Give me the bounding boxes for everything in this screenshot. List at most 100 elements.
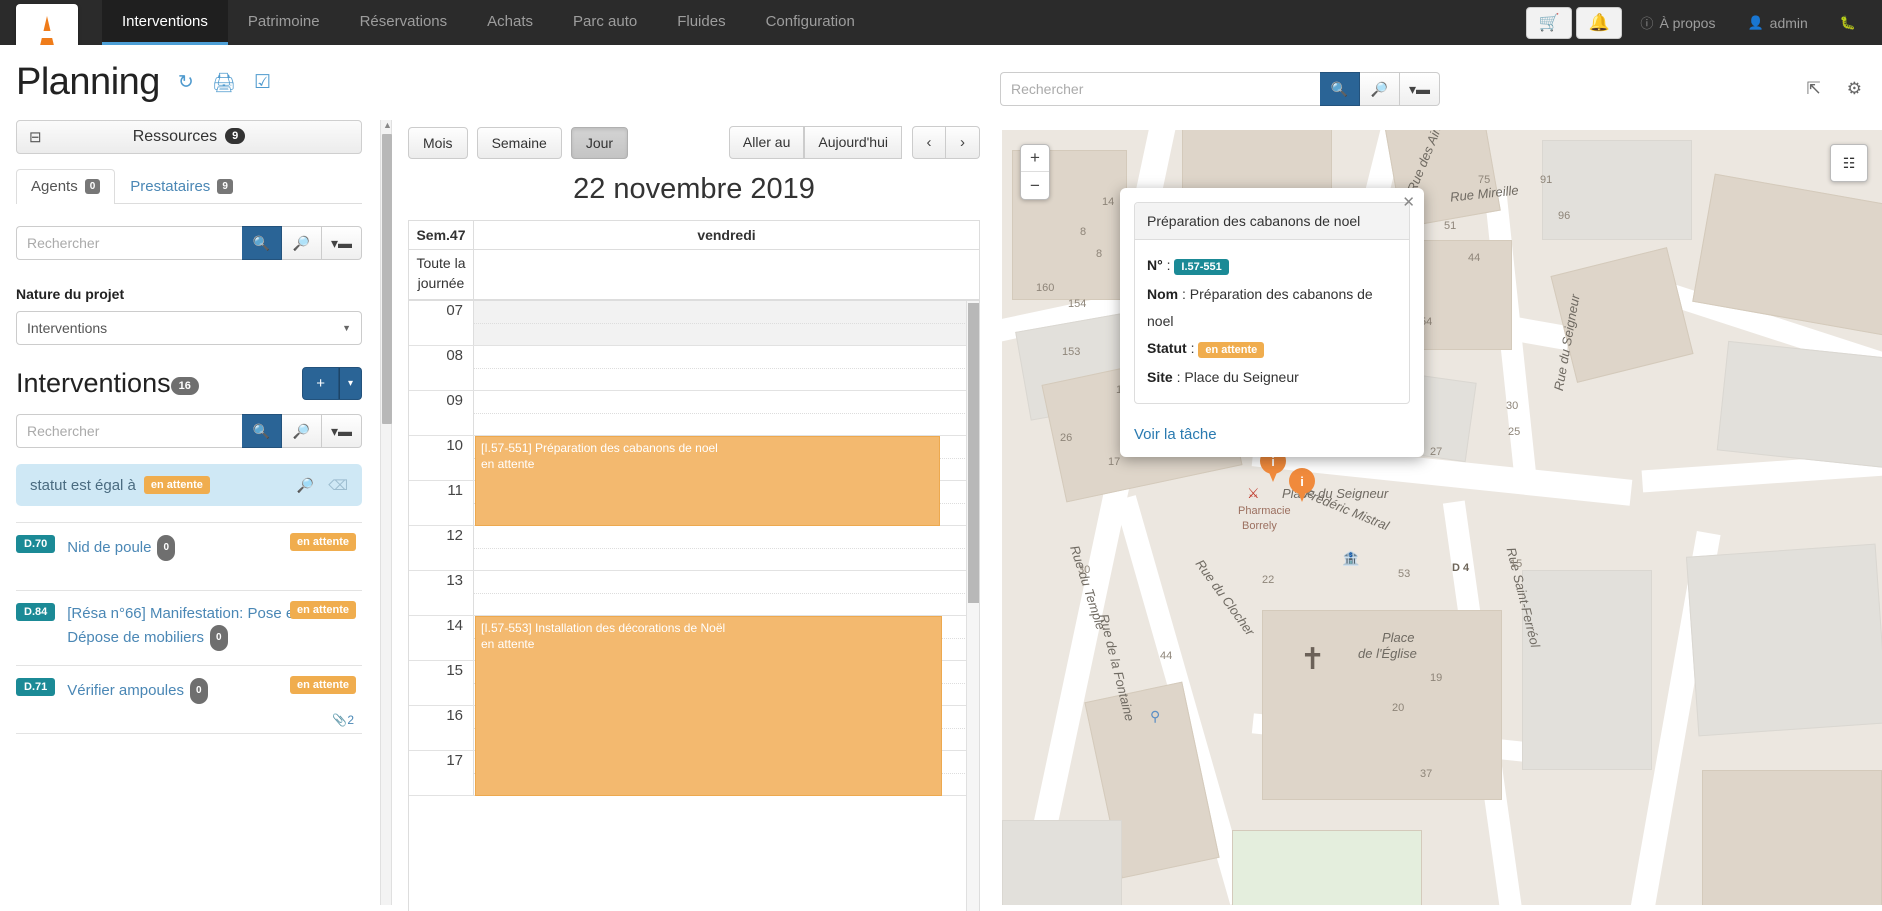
hour-row[interactable]: 13 <box>409 571 979 616</box>
calendar-panel: Mois Semaine Jour Aller au Aujourd'hui ‹… <box>400 118 988 905</box>
hour-row[interactable]: 09 <box>409 391 979 436</box>
intervention-search-input[interactable] <box>16 414 242 448</box>
next-day-button[interactable]: › <box>946 126 980 159</box>
item-count: 0 <box>157 535 175 561</box>
goto-date-button[interactable]: Aller au <box>729 126 804 159</box>
hour-row[interactable]: 08 <box>409 346 979 391</box>
left-panel-scrollbar[interactable]: ▲ <box>380 120 392 905</box>
nature-select[interactable]: Interventions ▼ <box>16 311 362 345</box>
calendar-scrollbar[interactable]: ▲ <box>966 301 979 911</box>
view-week-button[interactable]: Semaine <box>477 127 562 159</box>
popup-value-site: Place du Seigneur <box>1184 369 1298 385</box>
popup-value-numero: I.57-551 <box>1174 259 1228 275</box>
map-panel[interactable]: ✝ Pharmacie Borrely ⚔ 🏦 ⚲ Rue des Airs R… <box>1002 130 1882 905</box>
popup-row-site: Site : Place du Seigneur <box>1147 364 1397 391</box>
prev-day-button[interactable]: ‹ <box>912 126 946 159</box>
list-item[interactable]: D.71 Vérifier ampoules0 en attente 📎2 <box>16 666 362 734</box>
map-building <box>1686 544 1882 737</box>
attachment-icon[interactable]: 📎2 <box>332 713 354 727</box>
interventions-count: 16 <box>171 377 199 395</box>
popup-card: Préparation des cabanons de noel N° : I.… <box>1134 202 1410 404</box>
map-number-label: 75 <box>1478 174 1490 186</box>
map-number-label: 27 <box>1430 446 1442 458</box>
nav-item-interventions[interactable]: Interventions <box>102 0 228 45</box>
page-header: Planning ↻ 🖨 ☑ <box>16 61 362 104</box>
today-button[interactable]: Aujourd'hui <box>804 126 902 159</box>
intervention-filter-icon[interactable]: ▾▬ <box>322 414 362 448</box>
intervention-advanced-search-icon[interactable]: 🔎 <box>282 414 322 448</box>
popup-label-numero: N° <box>1147 257 1163 273</box>
about-link[interactable]: ⓘ À propos <box>1626 13 1729 32</box>
nav-item-patrimoine[interactable]: Patrimoine <box>228 0 340 45</box>
map-filter-icon[interactable]: ▾▬ <box>1400 72 1440 106</box>
map-number-label: D 4 <box>1452 562 1469 574</box>
map-building <box>1542 140 1692 240</box>
scrollbar-thumb[interactable] <box>968 303 979 603</box>
bug-icon[interactable]: 🐛 <box>1826 15 1870 31</box>
filter-chip-zoom-icon[interactable]: 🔎 <box>297 477 314 494</box>
view-task-link[interactable]: Voir la tâche <box>1134 426 1410 443</box>
calendar-event[interactable]: [I.57-553] Installation des décorations … <box>475 616 942 796</box>
bell-icon[interactable]: 🔔 <box>1576 7 1622 39</box>
tab-agents[interactable]: Agents 0 <box>16 169 115 204</box>
intervention-search-button[interactable]: 🔍 <box>242 414 282 448</box>
map-pin[interactable]: i <box>1289 468 1315 502</box>
active-filter-chip[interactable]: statut est égal à en attente 🔎 ⌫ <box>16 464 362 506</box>
refresh-icon[interactable]: ↻ <box>178 71 194 94</box>
item-title: Vérifier ampoules <box>67 682 184 699</box>
status-badge: en attente <box>290 676 356 694</box>
nav-item-reservations[interactable]: Réservations <box>340 0 468 45</box>
layers-icon[interactable]: ☷ <box>1830 144 1868 182</box>
shopping-cart-icon[interactable]: 🛒 <box>1526 7 1572 39</box>
resource-advanced-search-icon[interactable]: 🔎 <box>282 226 322 260</box>
view-day-button[interactable]: Jour <box>571 127 628 159</box>
resource-filter-icon[interactable]: ▾▬ <box>322 226 362 260</box>
calendar-event[interactable]: [I.57-551] Préparation des cabanons de n… <box>475 436 940 526</box>
scrollbar-thumb[interactable] <box>382 134 392 424</box>
map-poi-icon: 🏦 <box>1342 550 1359 567</box>
zoom-out-button[interactable]: − <box>1021 172 1049 199</box>
popup-row-statut: Statut : en attente <box>1147 335 1397 364</box>
event-status: en attente <box>481 456 934 472</box>
interventions-section-header: Interventions16 + ▾ <box>16 367 362 400</box>
filter-chip-clear-icon[interactable]: ⌫ <box>328 477 348 494</box>
hour-row[interactable]: 12 <box>409 526 979 571</box>
hour-row[interactable]: 07 <box>409 301 979 346</box>
nav-item-fluides[interactable]: Fluides <box>657 0 745 45</box>
map-advanced-search-icon[interactable]: 🔎 <box>1360 72 1400 106</box>
resources-header: ⊟ Ressources9 <box>16 120 362 154</box>
scroll-up-icon[interactable]: ▲ <box>383 120 392 130</box>
tab-prestataires[interactable]: Prestataires 9 <box>115 169 248 204</box>
map-number-label: 53 <box>1398 568 1410 580</box>
view-month-button[interactable]: Mois <box>408 127 468 159</box>
check-square-icon[interactable]: ☑ <box>254 71 271 94</box>
popup-value-statut: en attente <box>1198 342 1264 358</box>
expand-icon[interactable]: ⇱ <box>1807 79 1821 99</box>
resource-search-button[interactable]: 🔍 <box>242 226 282 260</box>
map-number-label: 30 <box>1506 400 1518 412</box>
add-intervention-dropdown[interactable]: ▾ <box>339 367 362 400</box>
list-item[interactable]: D.70 Nid de poule0 en attente <box>16 523 362 591</box>
zoom-in-button[interactable]: + <box>1021 145 1049 172</box>
gear-icon[interactable]: ⚙ <box>1847 79 1862 99</box>
status-badge: en attente <box>290 601 356 619</box>
map-zoom-controls: + − <box>1020 144 1050 200</box>
minus-square-icon[interactable]: ⊟ <box>29 128 42 146</box>
calendar-date-title: 22 novembre 2019 <box>400 173 988 206</box>
event-status: en attente <box>481 636 936 652</box>
add-intervention-button[interactable]: + <box>302 367 339 400</box>
map-search-button[interactable]: 🔍 <box>1320 72 1360 106</box>
resource-search-input[interactable] <box>16 226 242 260</box>
all-day-cell[interactable] <box>474 250 979 299</box>
user-menu[interactable]: 👤 admin <box>1733 15 1821 31</box>
hour-label: 07 <box>409 301 474 345</box>
nav-item-achats[interactable]: Achats <box>467 0 553 45</box>
map-search-input[interactable] <box>1000 72 1320 106</box>
nav-item-parc-auto[interactable]: Parc auto <box>553 0 657 45</box>
nav-item-configuration[interactable]: Configuration <box>746 0 875 45</box>
map-number-label: 44 <box>1160 650 1172 662</box>
print-icon[interactable]: 🖨 <box>212 71 236 95</box>
close-icon[interactable]: ✕ <box>1402 193 1415 211</box>
map-number-label: 44 <box>1468 252 1480 264</box>
list-item[interactable]: D.84 [Résa n°66] Manifestation: Pose et … <box>16 591 362 666</box>
